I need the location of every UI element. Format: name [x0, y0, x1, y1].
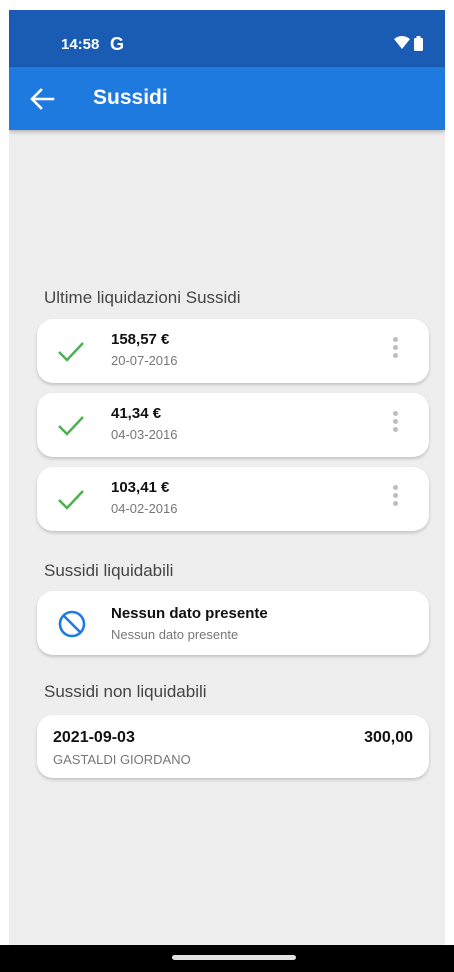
liquidation-date: 04-02-2016	[111, 501, 178, 516]
more-vert-icon[interactable]	[385, 485, 405, 515]
arrow-left-icon[interactable]	[29, 86, 55, 112]
non-liquidabile-card[interactable]: 2021-09-03 GASTALDI GIORDANO 300,00	[37, 715, 429, 778]
liquidation-date: 20-07-2016	[111, 353, 178, 368]
section-title-ultime: Ultime liquidazioni Sussidi	[44, 288, 241, 307]
check-icon	[58, 490, 84, 510]
empty-state-subtitle: Nessun dato presente	[111, 627, 239, 642]
battery-icon	[414, 36, 423, 51]
liquidation-card[interactable]: 158,57 € 20-07-2016	[37, 319, 429, 383]
check-icon	[58, 416, 84, 436]
non-liquidabile-date: 2021-09-03	[53, 729, 135, 746]
empty-state-card: Nessun dato presente Nessun dato present…	[37, 591, 429, 655]
empty-state-title: Nessun dato presente	[111, 605, 268, 622]
more-vert-icon[interactable]	[385, 337, 405, 367]
status-bar: 14:58 G	[9, 10, 445, 67]
liquidation-date: 04-03-2016	[111, 427, 178, 442]
navigation-bar	[0, 945, 454, 972]
app-bar: Sussidi	[9, 67, 445, 130]
liquidation-card[interactable]: 41,34 € 04-03-2016	[37, 393, 429, 457]
google-logo: G	[110, 34, 125, 54]
liquidation-amount: 103,41 €	[111, 479, 170, 496]
wifi-icon	[394, 36, 410, 49]
liquidation-amount: 41,34 €	[111, 405, 162, 422]
non-liquidabile-amount: 300,00	[364, 729, 413, 746]
status-time: 14:58	[61, 36, 100, 53]
section-title-liquidabili: Sussidi liquidabili	[44, 561, 174, 580]
non-liquidabile-name: GASTALDI GIORDANO	[53, 752, 191, 767]
more-vert-icon[interactable]	[385, 411, 405, 441]
home-indicator[interactable]	[172, 955, 296, 960]
liquidation-amount: 158,57 €	[111, 331, 170, 348]
section-title-non-liquidabili: Sussidi non liquidabili	[44, 682, 207, 701]
block-icon	[58, 610, 86, 638]
check-icon	[58, 342, 84, 362]
app-screen: 14:58 G Sussidi Ultime liquidazioni Suss…	[9, 10, 445, 962]
liquidation-card[interactable]: 103,41 € 04-02-2016	[37, 467, 429, 531]
page-title: Sussidi	[93, 86, 168, 109]
